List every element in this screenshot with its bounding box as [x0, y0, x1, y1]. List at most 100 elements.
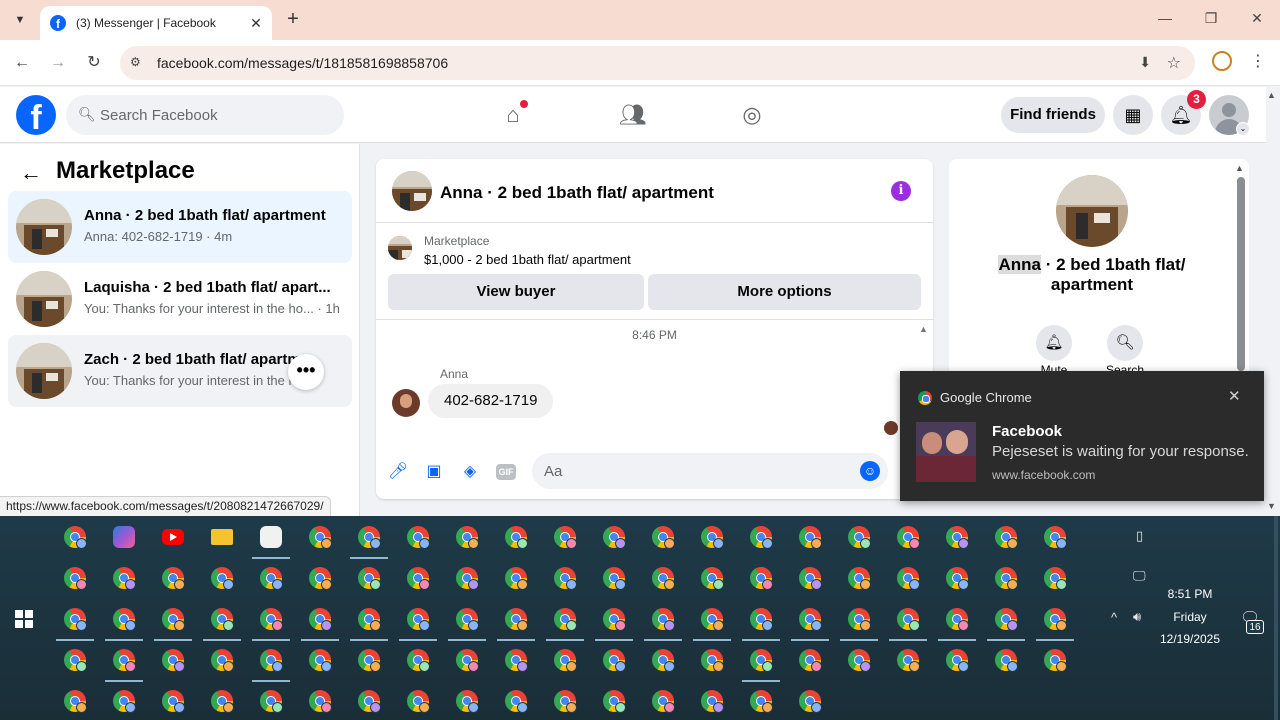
chrome-window-icon[interactable]: [652, 649, 675, 672]
chrome-window-icon[interactable]: [897, 608, 920, 631]
facebook-search-input[interactable]: [100, 95, 330, 135]
chrome-window-icon[interactable]: [456, 526, 479, 549]
address-url[interactable]: facebook.com/messages/t/1818581698858706: [157, 55, 448, 71]
gif-icon[interactable]: GIF: [496, 464, 516, 480]
chrome-window-icon[interactable]: [407, 649, 430, 672]
chrome-window-icon[interactable]: [946, 649, 969, 672]
chrome-window-icon[interactable]: [554, 649, 577, 672]
chrome-window-icon[interactable]: [799, 608, 822, 631]
chrome-window-icon[interactable]: [701, 526, 724, 549]
back-arrow-icon[interactable]: ←: [20, 160, 42, 186]
mute-bell-icon[interactable]: 🔔︎: [1036, 325, 1072, 361]
chrome-window-icon[interactable]: [260, 567, 283, 590]
conversation-item-anna[interactable]: Anna · 2 bed 1bath flat/ apartment Anna:…: [8, 191, 352, 263]
info-panel-scrollbar[interactable]: [1237, 177, 1245, 371]
chrome-window-icon[interactable]: [750, 690, 773, 713]
chrome-window-icon[interactable]: [211, 608, 234, 631]
chrome-window-icon[interactable]: [407, 567, 430, 590]
chrome-window-icon[interactable]: [603, 690, 626, 713]
volume-icon[interactable]: 🔊︎: [1133, 609, 1141, 625]
account-chevron-down-icon[interactable]: ⌄: [1236, 122, 1250, 136]
sticker-icon[interactable]: ◈: [459, 461, 481, 483]
new-tab-button[interactable]: +: [282, 8, 304, 30]
chrome-window-icon[interactable]: [309, 608, 332, 631]
youtube-icon[interactable]: [162, 529, 184, 545]
chrome-window-icon[interactable]: [995, 526, 1018, 549]
chrome-window-icon[interactable]: [211, 649, 234, 672]
chrome-window-icon[interactable]: [946, 608, 969, 631]
chrome-window-icon[interactable]: [897, 526, 920, 549]
chrome-window-icon[interactable]: [995, 649, 1018, 672]
chrome-window-icon[interactable]: [652, 690, 675, 713]
chrome-window-icon[interactable]: [456, 690, 479, 713]
chrome-window-icon[interactable]: [946, 526, 969, 549]
chrome-window-icon[interactable]: [652, 567, 675, 590]
conversation-more-options-icon[interactable]: •••: [288, 354, 324, 390]
chrome-window-icon[interactable]: [309, 567, 332, 590]
browser-tab-active[interactable]: f (3) Messenger | Facebook ✕: [40, 6, 272, 40]
chrome-window-icon[interactable]: [260, 690, 283, 713]
chrome-window-icon[interactable]: [799, 690, 822, 713]
sender-avatar[interactable]: [392, 389, 420, 417]
chrome-window-icon[interactable]: [897, 649, 920, 672]
chrome-window-icon[interactable]: [701, 649, 724, 672]
find-friends-button[interactable]: Find friends: [1001, 97, 1105, 133]
chrome-window-icon[interactable]: [848, 567, 871, 590]
chrome-window-icon[interactable]: [64, 649, 87, 672]
search-conversation-icon[interactable]: 🔍︎: [1107, 325, 1143, 361]
chrome-window-icon[interactable]: [505, 526, 528, 549]
chrome-window-icon[interactable]: [1044, 567, 1067, 590]
forward-icon[interactable]: →: [46, 51, 70, 75]
chrome-window-icon[interactable]: [554, 526, 577, 549]
page-scroll-up-icon[interactable]: ▲: [1267, 90, 1276, 100]
chrome-window-icon[interactable]: [358, 608, 381, 631]
chrome-window-icon[interactable]: [211, 690, 234, 713]
microphone-icon[interactable]: 🎤︎: [387, 461, 409, 483]
chrome-window-icon[interactable]: [505, 567, 528, 590]
chrome-window-icon[interactable]: [407, 690, 430, 713]
taskbar-scrollbar[interactable]: [1274, 516, 1278, 720]
friends-icon[interactable]: 👥︎: [617, 99, 649, 131]
view-buyer-button[interactable]: View buyer: [388, 274, 644, 310]
more-options-button[interactable]: More options: [648, 274, 921, 310]
chrome-window-icon[interactable]: [995, 608, 1018, 631]
chrome-window-icon[interactable]: [799, 567, 822, 590]
site-info-icon[interactable]: ⚙: [130, 55, 146, 71]
chrome-window-icon[interactable]: [358, 649, 381, 672]
menu-grid-icon[interactable]: ▦: [1113, 95, 1153, 135]
chrome-window-icon[interactable]: [750, 649, 773, 672]
chrome-window-icon[interactable]: [358, 690, 381, 713]
chrome-window-icon[interactable]: [456, 567, 479, 590]
chrome-window-icon[interactable]: [309, 690, 332, 713]
browser-menu-icon[interactable]: ⋮: [1250, 51, 1266, 71]
bookmark-star-icon[interactable]: ☆: [1167, 53, 1181, 73]
paint-icon[interactable]: [260, 526, 282, 548]
groups-icon[interactable]: ◎: [736, 99, 768, 131]
chrome-window-icon[interactable]: [603, 526, 626, 549]
chrome-window-icon[interactable]: [701, 690, 724, 713]
facebook-logo-icon[interactable]: f: [16, 95, 56, 135]
reload-icon[interactable]: ↻: [82, 51, 106, 75]
chrome-window-icon[interactable]: [995, 567, 1018, 590]
profile-icon[interactable]: [1212, 51, 1232, 71]
chrome-window-icon[interactable]: [113, 649, 136, 672]
chrome-window-icon[interactable]: [750, 567, 773, 590]
chrome-window-icon[interactable]: [701, 567, 724, 590]
chrome-window-icon[interactable]: [113, 690, 136, 713]
chrome-window-icon[interactable]: [162, 649, 185, 672]
chrome-window-icon[interactable]: [799, 649, 822, 672]
info-scroll-up-icon[interactable]: ▲: [1235, 163, 1244, 173]
taskbar-clock-date[interactable]: 12/19/2025: [1155, 632, 1225, 646]
chrome-window-icon[interactable]: [603, 608, 626, 631]
chrome-window-icon[interactable]: [701, 608, 724, 631]
chrome-window-icon[interactable]: [652, 608, 675, 631]
close-tab-icon[interactable]: ✕: [248, 15, 264, 32]
chrome-window-icon[interactable]: [750, 526, 773, 549]
chrome-window-icon[interactable]: [750, 608, 773, 631]
chrome-window-icon[interactable]: [554, 567, 577, 590]
show-hidden-icons-chevron-icon[interactable]: ^: [1111, 610, 1117, 625]
taskbar-clock-time[interactable]: 8:51 PM: [1160, 587, 1220, 601]
chrome-window-icon[interactable]: [946, 567, 969, 590]
chrome-window-icon[interactable]: [358, 526, 381, 549]
chrome-window-icon[interactable]: [64, 526, 87, 549]
